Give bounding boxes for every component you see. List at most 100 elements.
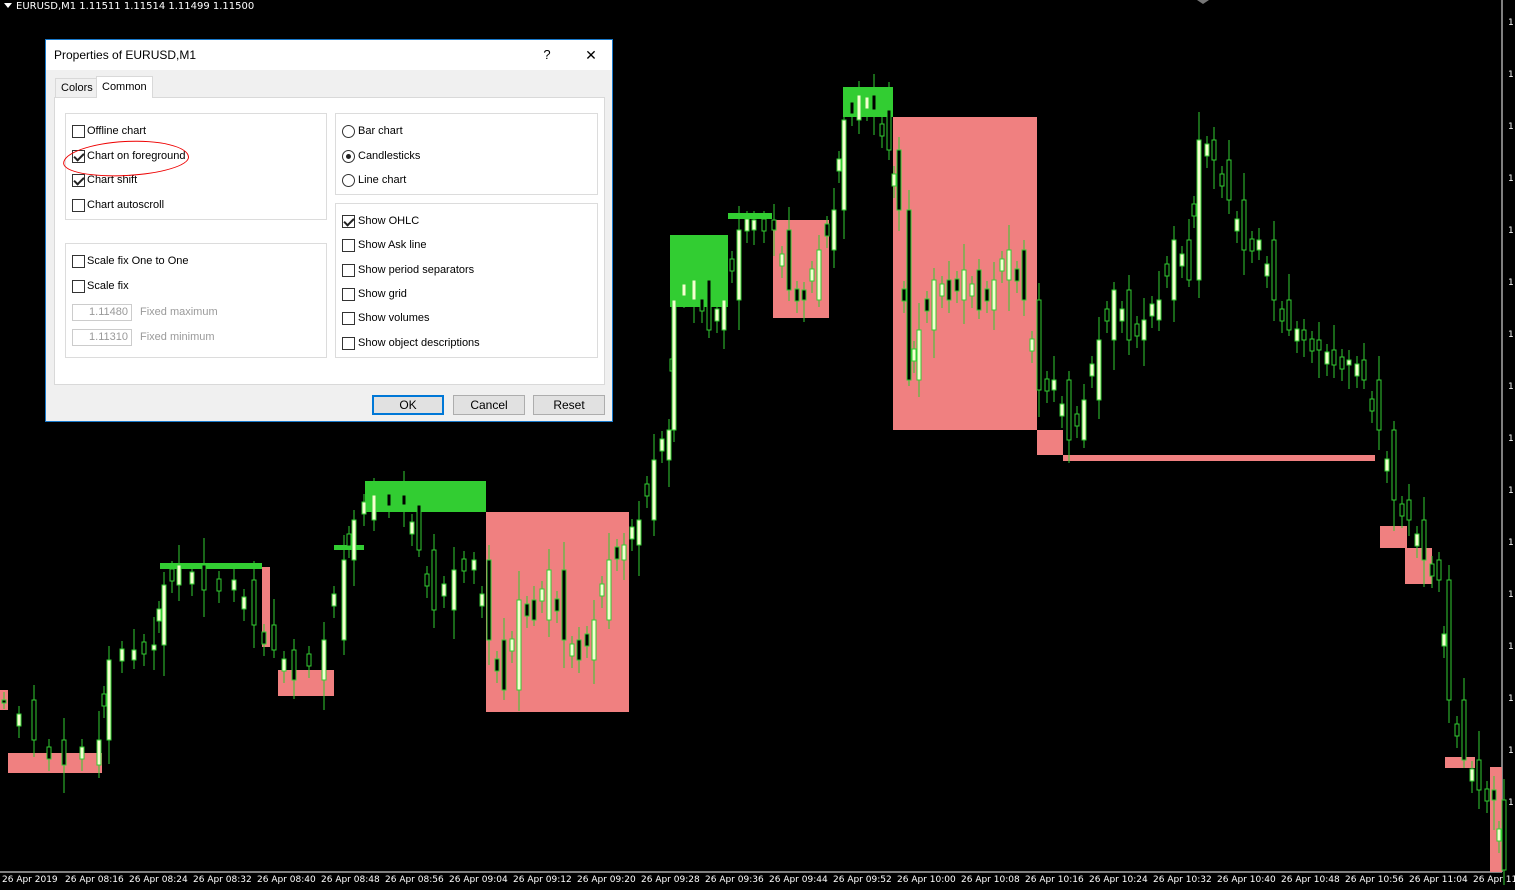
demand-zone [365,481,486,512]
scale-fix-checkbox[interactable] [72,280,85,293]
bear-candle [1021,249,1027,301]
dropdown-triangle-icon[interactable] [4,3,12,8]
demand-zone [160,563,262,569]
bull-candle [864,96,870,110]
price-axis-label: 1 [1508,18,1514,28]
offline-chart-checkbox[interactable] [72,125,85,138]
time-axis-label: 26 Apr 2019 [2,875,58,885]
bull-candle [961,269,967,301]
bull-candle [156,608,162,622]
time-axis-label: 26 Apr 10:56 [1345,875,1404,885]
bull-candle [1089,363,1095,377]
time-axis-label: 26 Apr 11:04 [1409,875,1468,885]
bull-candle [1059,403,1065,417]
bull-candle [161,584,167,646]
bull-candle [331,593,337,607]
fixed-maximum-label: Fixed maximum [140,306,218,318]
show-volumes-checkbox[interactable] [342,312,355,325]
bull-candle [831,209,837,251]
bear-candle [1436,559,1442,581]
bull-candle [671,299,677,431]
cancel-button[interactable]: Cancel [453,395,525,415]
candlesticks-label: Candlesticks [358,150,421,162]
bear-candle [1,699,7,704]
bear-candle [871,94,877,111]
help-button[interactable]: ? [537,44,557,66]
bull-candle [1081,399,1087,441]
candlesticks-radio[interactable] [342,150,355,163]
price-axis[interactable]: 1 1 1 1 1 1 1 1 1 1 1 1 1 1 1 1 [1502,0,1515,872]
bull-candle [1196,139,1202,281]
bear-candle [1376,379,1382,431]
reset-button[interactable]: Reset [533,395,605,415]
time-axis-label: 26 Apr 09:04 [449,875,508,885]
bear-candle [201,564,207,591]
show-ask-line-checkbox[interactable] [342,239,355,252]
bear-candle [1286,299,1292,331]
bear-candle [954,278,960,292]
bear-candle [1369,398,1375,412]
bull-candle [621,544,627,561]
bear-candle [1339,356,1345,370]
bull-candle [636,519,642,546]
price-axis-label: 1 [1508,174,1514,184]
bear-candle [1074,413,1080,427]
fixed-minimum-input[interactable]: 1.11310 [72,329,132,346]
bull-candle [451,569,457,611]
bull-candle [569,643,575,657]
supply-zone [1405,548,1432,584]
bull-candle [931,279,937,331]
price-axis-label: 1 [1508,798,1514,808]
bull-candle [651,459,657,521]
bear-candle [584,633,590,647]
chart-on-foreground-label: Chart on foreground [87,150,186,162]
bull-candle [1051,379,1057,391]
close-button[interactable]: ✕ [578,44,604,66]
bear-candle [906,209,912,381]
bull-candle [1006,249,1012,281]
bull-candle [939,283,945,297]
price-axis-label: 1 [1508,538,1514,548]
show-grid-checkbox[interactable] [342,288,355,301]
show-ohlc-checkbox[interactable] [342,215,355,228]
price-axis-label: 1 [1508,434,1514,444]
bar-chart-label: Bar chart [358,125,403,137]
tab-common[interactable]: Common [96,76,153,98]
price-axis-label: 1 [1508,226,1514,236]
chart-autoscroll-checkbox[interactable] [72,199,85,212]
bull-candle [809,268,815,282]
dialog-titlebar[interactable]: Properties of EURUSD,M1 ? ✕ [46,40,612,70]
bull-candle [1149,303,1155,317]
time-axis-label: 26 Apr 10:24 [1089,875,1148,885]
bear-candle [1446,579,1452,701]
bull-candle [599,583,605,597]
fixed-maximum-input[interactable]: 1.11480 [72,304,132,321]
bull-candle [1156,299,1162,321]
show-period-separators-checkbox[interactable] [342,264,355,277]
bear-candle [1219,173,1225,187]
bull-candle [321,639,327,681]
bear-candle [1226,159,1232,201]
fixed-minimum-label: Fixed minimum [140,331,215,343]
bull-candle [106,659,112,741]
line-chart-radio[interactable] [342,174,355,187]
chart-on-foreground-checkbox[interactable] [72,150,85,163]
time-axis-label: 26 Apr 10:48 [1281,875,1340,885]
bear-candle [1134,323,1140,337]
bear-candle [1126,289,1132,341]
bull-candle [409,521,415,535]
scale-fix-one-to-one-checkbox[interactable] [72,255,85,268]
ok-button[interactable]: OK [372,395,444,415]
time-axis-label: 26 Apr 08:24 [129,875,188,885]
bar-chart-radio[interactable] [342,125,355,138]
bear-candle [901,288,907,302]
tab-colors[interactable]: Colors [55,78,99,97]
time-axis-label: 26 Apr 08:16 [65,875,124,885]
bull-candle [231,579,237,591]
chart-shift-checkbox[interactable] [72,174,85,187]
bear-candle [896,149,902,211]
bull-candle [629,526,635,540]
bear-candle [1241,199,1247,251]
show-object-descriptions-checkbox[interactable] [342,337,355,350]
chart-header: EURUSD,M1 1.11511 1.11514 1.11499 1.1150… [4,1,254,12]
